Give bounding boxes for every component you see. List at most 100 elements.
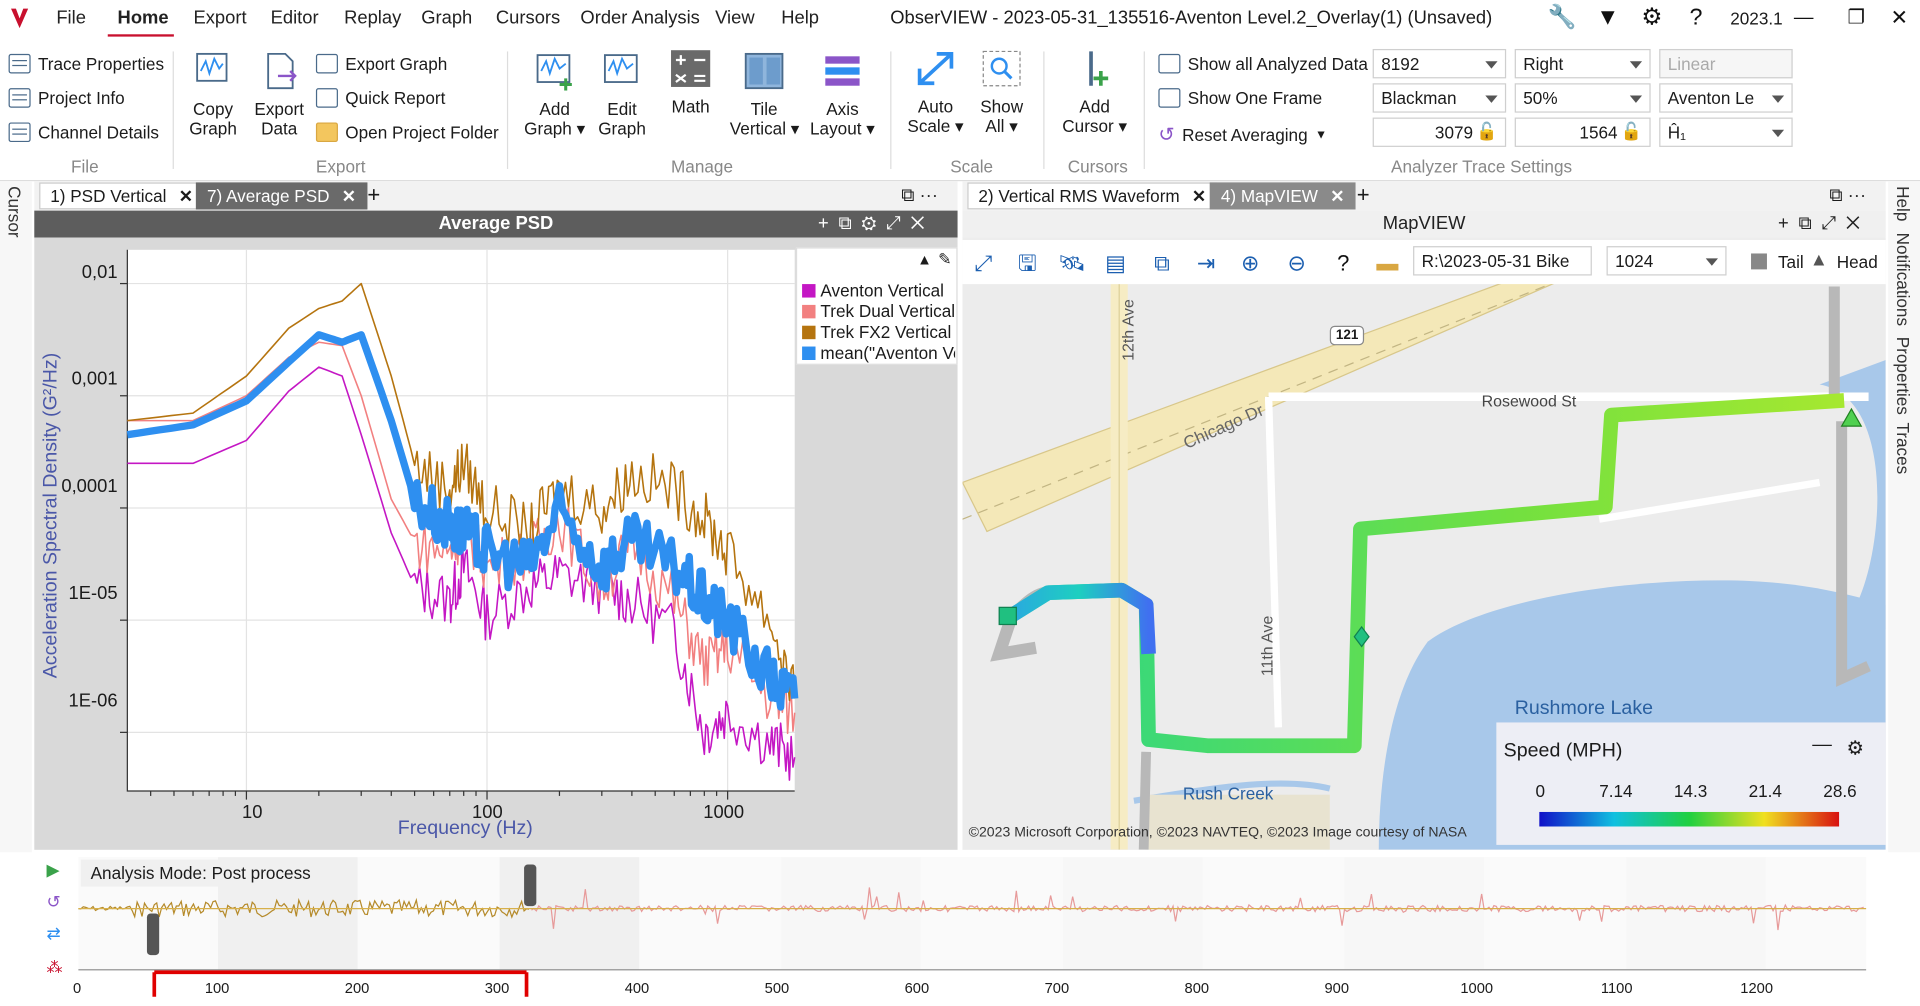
close-icon[interactable]: ✕ xyxy=(179,186,193,206)
add-tab-button[interactable]: + xyxy=(367,182,380,208)
markers-icon[interactable]: ⁂ xyxy=(47,958,63,978)
window-combo[interactable]: Blackman xyxy=(1372,83,1507,113)
sync-icon[interactable]: ⇄ xyxy=(47,923,61,944)
end-frame-field[interactable]: 1564 🔓 xyxy=(1514,117,1651,147)
zoom-out-icon[interactable]: ⊖ xyxy=(1283,250,1310,277)
show-one-frame-button[interactable]: Show One Frame xyxy=(1158,88,1322,108)
label: Export Data xyxy=(254,99,304,139)
menu-editor[interactable]: Editor xyxy=(271,7,319,28)
tab-psd-vertical[interactable]: 1) PSD Vertical ✕ xyxy=(39,182,205,210)
unlock-icon[interactable]: 🔓 xyxy=(1621,121,1642,142)
project-info-button[interactable]: Project Info xyxy=(8,88,125,108)
close-icon[interactable]: ✕ xyxy=(1330,186,1344,206)
reset-averaging-button[interactable]: ↺ Reset Averaging ▼ xyxy=(1158,122,1327,146)
satellite-icon[interactable]: 🛰 xyxy=(1058,250,1086,277)
head-label[interactable]: Head xyxy=(1837,252,1878,272)
plot-area[interactable] xyxy=(127,249,795,792)
restore-icon[interactable]: ❐ xyxy=(1843,5,1870,32)
side-tab-properties[interactable]: Properties xyxy=(1893,337,1913,415)
save-icon[interactable]: 🖫 xyxy=(1014,250,1041,277)
menu-cursors[interactable]: Cursors xyxy=(496,7,560,28)
minimize-icon[interactable]: — xyxy=(1790,5,1817,32)
graph-icon[interactable]: ▤ xyxy=(1102,250,1129,277)
show-all-button[interactable]: Show All ▾ xyxy=(975,49,1029,136)
tile-vertical-button[interactable]: Tile Vertical ▾ xyxy=(730,51,799,138)
trace-properties-button[interactable]: Trace Properties xyxy=(8,53,164,74)
play-icon[interactable]: ▶ xyxy=(47,860,60,881)
tab-vertical-rms-waveform[interactable]: 2) Vertical RMS Waveform ✕ xyxy=(967,182,1218,210)
menu-graph[interactable]: Graph xyxy=(421,7,472,28)
head-icon[interactable]: ▲ xyxy=(1810,250,1828,271)
ribbon: Trace Properties Project Info Channel De… xyxy=(0,36,1920,182)
map-points-combo[interactable]: 1024 xyxy=(1606,246,1727,276)
axis-layout-button[interactable]: Axis Layout ▾ xyxy=(808,51,877,138)
auto-scale-button[interactable]: Auto Scale ▾ xyxy=(906,49,965,136)
gear-icon[interactable]: ⚙ xyxy=(1847,736,1865,760)
label: Add Cursor ▾ xyxy=(1062,96,1128,136)
collapse-icon[interactable]: ▲ xyxy=(917,251,932,268)
expand-icon[interactable]: ⤢ xyxy=(970,250,997,277)
start-frame-field[interactable]: 3079 🔓 xyxy=(1372,117,1507,147)
group-label-analyzer: Analyzer Trace Settings xyxy=(1391,156,1573,177)
tail-icon[interactable] xyxy=(1751,253,1767,270)
alignment-combo[interactable]: Right xyxy=(1514,48,1651,79)
channel-details-button[interactable]: Channel Details xyxy=(8,122,159,143)
math-button[interactable]: Math xyxy=(664,49,718,116)
chevron-down-icon xyxy=(1705,258,1718,266)
copy-icon[interactable]: ⧉ xyxy=(1149,250,1176,277)
map-path-input[interactable]: R:\2023-05-31 Bike xyxy=(1413,246,1592,276)
value: 1564 xyxy=(1579,122,1618,143)
psd-panel-controls[interactable]: +⧉⚙⤢✕ xyxy=(818,211,934,238)
timeline-tick-label: 900 xyxy=(1324,979,1350,997)
copy-graph-button[interactable]: Copy Graph xyxy=(186,51,240,138)
side-tab-help[interactable]: Help xyxy=(1893,186,1913,221)
menu-order-analysis[interactable]: Order Analysis xyxy=(580,7,699,28)
export-graph-button[interactable]: Export Graph xyxy=(315,53,447,74)
tab-average-psd[interactable]: 7) Average PSD ✕ xyxy=(195,182,368,210)
export-icon[interactable]: ⇥ xyxy=(1193,250,1220,277)
export-data-button[interactable]: Export Data xyxy=(252,51,306,138)
chart-legend[interactable]: ▲ ✎ Aventon Vertical Trek Dual Vertical … xyxy=(795,247,958,365)
side-tab-traces[interactable]: Traces xyxy=(1893,422,1913,474)
edit-icon[interactable]: ✎ xyxy=(938,250,951,270)
add-graph-button[interactable]: Add Graph ▾ xyxy=(524,51,585,138)
side-tab-notifications[interactable]: Notifications xyxy=(1893,233,1913,326)
help-icon[interactable]: ? xyxy=(1330,250,1357,277)
menu-help[interactable]: Help xyxy=(781,7,819,28)
app-window: File Home Export Editor Replay Graph Cur… xyxy=(0,0,1920,1006)
map-panel-controls[interactable]: +⧉⤢✕ xyxy=(1778,211,1870,238)
folder-icon[interactable]: ▬ xyxy=(1374,250,1401,277)
close-icon[interactable]: ✕ xyxy=(1886,5,1913,32)
menu-replay[interactable]: Replay xyxy=(344,7,401,28)
gear-icon[interactable]: ⚙ xyxy=(1638,5,1665,32)
minimize-icon[interactable]: — xyxy=(1812,735,1832,757)
close-icon[interactable]: ✕ xyxy=(1192,186,1206,206)
estimator-combo[interactable]: Ĥ₁ xyxy=(1659,117,1793,147)
tools-icon[interactable]: 🔧 xyxy=(1548,5,1577,32)
tab-mapview[interactable]: 4) MapVIEW ✕ xyxy=(1209,182,1356,210)
fft-size-combo[interactable]: 8192 xyxy=(1372,48,1507,79)
side-tab-cursor[interactable]: Cursor xyxy=(5,186,25,237)
quick-report-button[interactable]: Quick Report xyxy=(315,88,445,108)
add-cursor-button[interactable]: Add Cursor ▾ xyxy=(1060,49,1129,136)
menu-export[interactable]: Export xyxy=(193,7,246,28)
menu-file[interactable]: File xyxy=(56,7,86,28)
edit-graph-button[interactable]: Edit Graph xyxy=(595,51,649,138)
unlock-icon[interactable]: 🔓 xyxy=(1476,121,1497,142)
group-label-cursors: Cursors xyxy=(1067,156,1128,177)
add-tab-button[interactable]: + xyxy=(1357,182,1370,208)
tab-options-icon[interactable]: ⧉ ⋯ xyxy=(1829,185,1866,206)
tail-label[interactable]: Tail xyxy=(1778,252,1804,272)
menu-home[interactable]: Home xyxy=(118,7,169,28)
show-all-analyzed-data-button[interactable]: Show all Analyzed Data xyxy=(1158,53,1368,74)
filter-icon[interactable]: ▼ xyxy=(1594,5,1621,32)
menu-view[interactable]: View xyxy=(715,7,754,28)
close-icon[interactable]: ✕ xyxy=(342,186,356,206)
tab-options-icon[interactable]: ⧉ ⋯ xyxy=(901,185,938,206)
loop-icon[interactable]: ↺ xyxy=(47,891,61,912)
overlap-combo[interactable]: 50% xyxy=(1514,83,1651,113)
zoom-in-icon[interactable]: ⊕ xyxy=(1237,250,1264,277)
help-icon[interactable]: ? xyxy=(1682,5,1709,32)
reference-combo[interactable]: Aventon Le xyxy=(1659,83,1793,113)
open-project-folder-button[interactable]: Open Project Folder xyxy=(315,122,499,143)
